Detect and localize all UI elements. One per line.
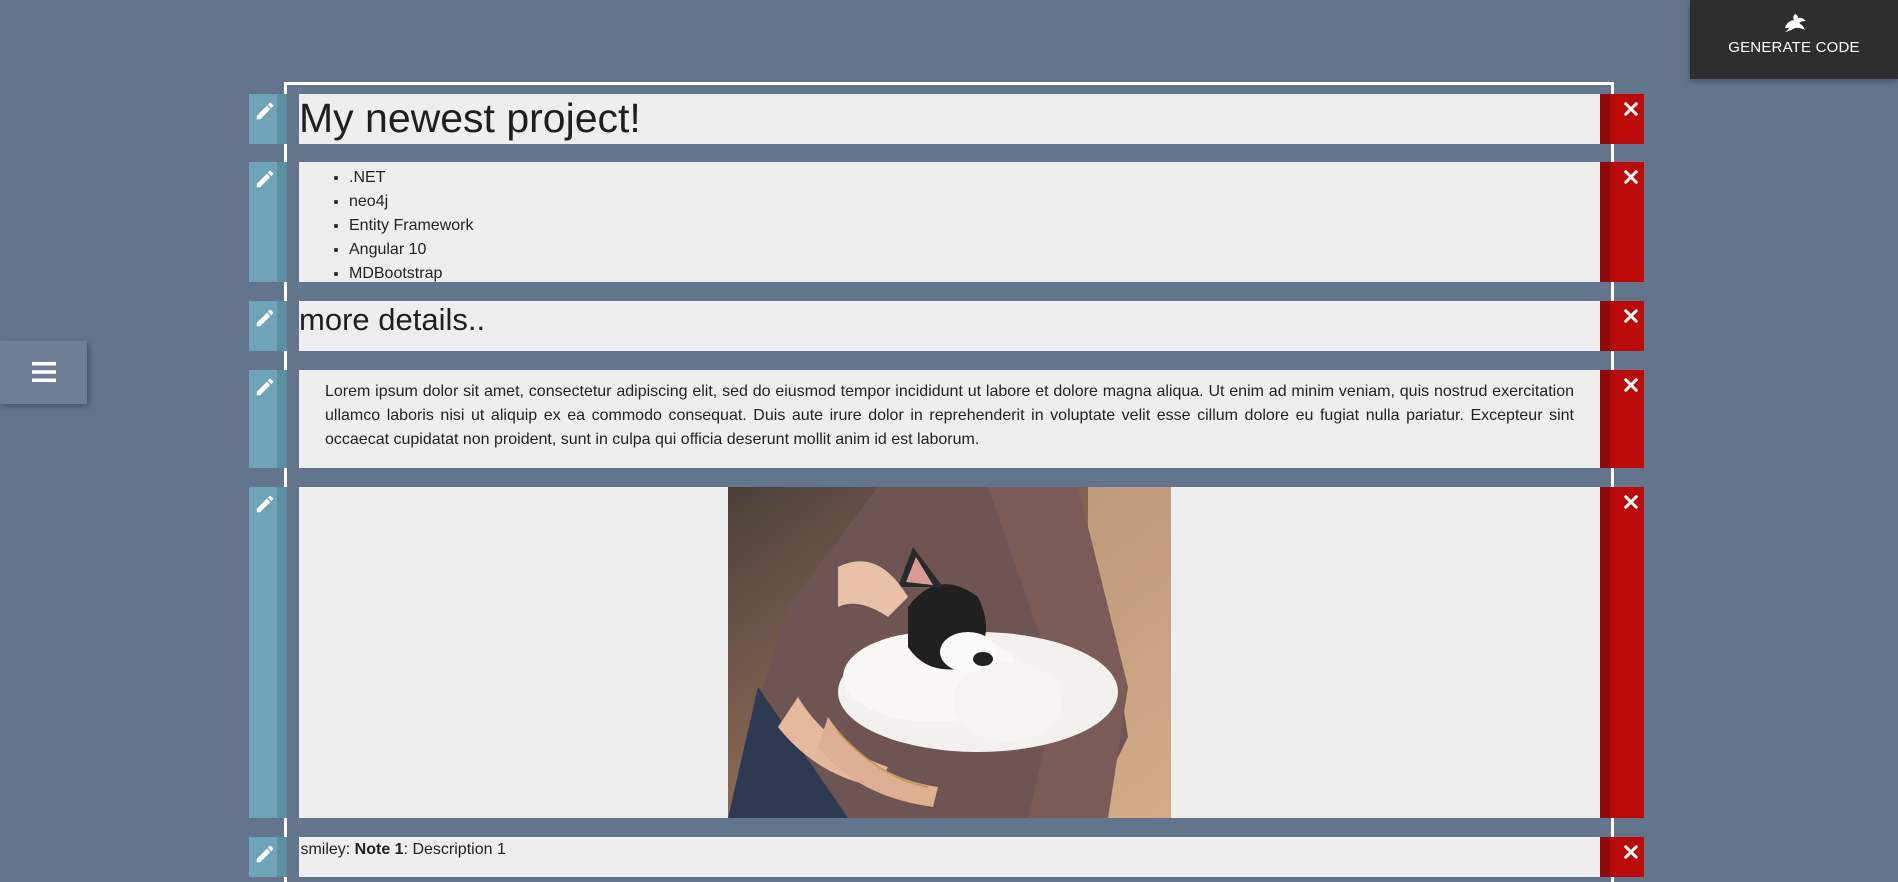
image-block	[249, 487, 1644, 818]
edit-subtitle-button[interactable]	[249, 301, 287, 351]
pencil-icon	[256, 170, 274, 188]
pencil-icon	[256, 309, 274, 327]
dragon-icon	[1785, 14, 1806, 32]
close-icon	[1624, 309, 1638, 323]
image-content[interactable]	[299, 487, 1600, 818]
note-block: :smiley: Note 1: Description 1	[249, 837, 1644, 877]
note-description: : Description 1	[403, 841, 506, 858]
pencil-icon	[256, 495, 274, 513]
subtitle-content[interactable]: more details..	[299, 301, 1600, 351]
list-item: Angular 10	[349, 238, 473, 262]
tech-list-block: .NET neo4j Entity Framework Angular 10 M…	[249, 162, 1644, 282]
puppy-photo-illustration	[728, 487, 1171, 818]
page-title: My newest project!	[299, 95, 641, 141]
paragraph-block: Lorem ipsum dolor sit amet, consectetur …	[249, 370, 1644, 468]
title-content[interactable]: My newest project!	[299, 94, 1600, 144]
edit-note-button[interactable]	[249, 837, 287, 877]
puppy-photo	[728, 487, 1171, 818]
close-icon	[1624, 102, 1638, 116]
delete-list-button[interactable]	[1600, 162, 1644, 282]
paragraph-content[interactable]: Lorem ipsum dolor sit amet, consectetur …	[299, 370, 1600, 468]
pencil-icon	[256, 845, 274, 863]
close-icon	[1624, 495, 1638, 509]
note-title: Note 1	[354, 841, 404, 858]
subtitle: more details..	[299, 302, 486, 337]
note-prefix: :smiley:	[299, 841, 355, 858]
edit-paragraph-button[interactable]	[249, 370, 287, 468]
delete-image-button[interactable]	[1600, 487, 1644, 818]
note-text: :smiley: Note 1: Description 1	[299, 840, 506, 860]
edit-list-button[interactable]	[249, 162, 287, 282]
paragraph-text: Lorem ipsum dolor sit amet, consectetur …	[325, 383, 1574, 448]
list-item: .NET	[349, 166, 473, 190]
close-icon	[1624, 845, 1638, 859]
pencil-icon	[256, 102, 274, 120]
generate-code-button[interactable]: GENERATE CODE	[1690, 0, 1898, 79]
pencil-icon	[256, 378, 274, 396]
delete-paragraph-button[interactable]	[1600, 370, 1644, 468]
edit-image-button[interactable]	[249, 487, 287, 818]
side-menu-button[interactable]	[0, 341, 87, 404]
list-item: neo4j	[349, 190, 473, 214]
delete-subtitle-button[interactable]	[1600, 301, 1644, 351]
title-block: My newest project!	[249, 94, 1644, 144]
list-item: Entity Framework	[349, 214, 473, 238]
list-item: MDBootstrap	[349, 262, 473, 282]
note-content[interactable]: :smiley: Note 1: Description 1	[299, 837, 1600, 877]
delete-note-button[interactable]	[1600, 837, 1644, 877]
delete-title-button[interactable]	[1600, 94, 1644, 144]
subtitle-block: more details..	[249, 301, 1644, 351]
edit-title-button[interactable]	[249, 94, 287, 144]
close-icon	[1624, 378, 1638, 392]
close-icon	[1624, 170, 1638, 184]
generate-code-label: GENERATE CODE	[1728, 39, 1860, 56]
hamburger-menu-icon	[32, 362, 56, 382]
tech-list-content[interactable]: .NET neo4j Entity Framework Angular 10 M…	[299, 162, 1600, 282]
tech-list: .NET neo4j Entity Framework Angular 10 M…	[299, 166, 473, 282]
